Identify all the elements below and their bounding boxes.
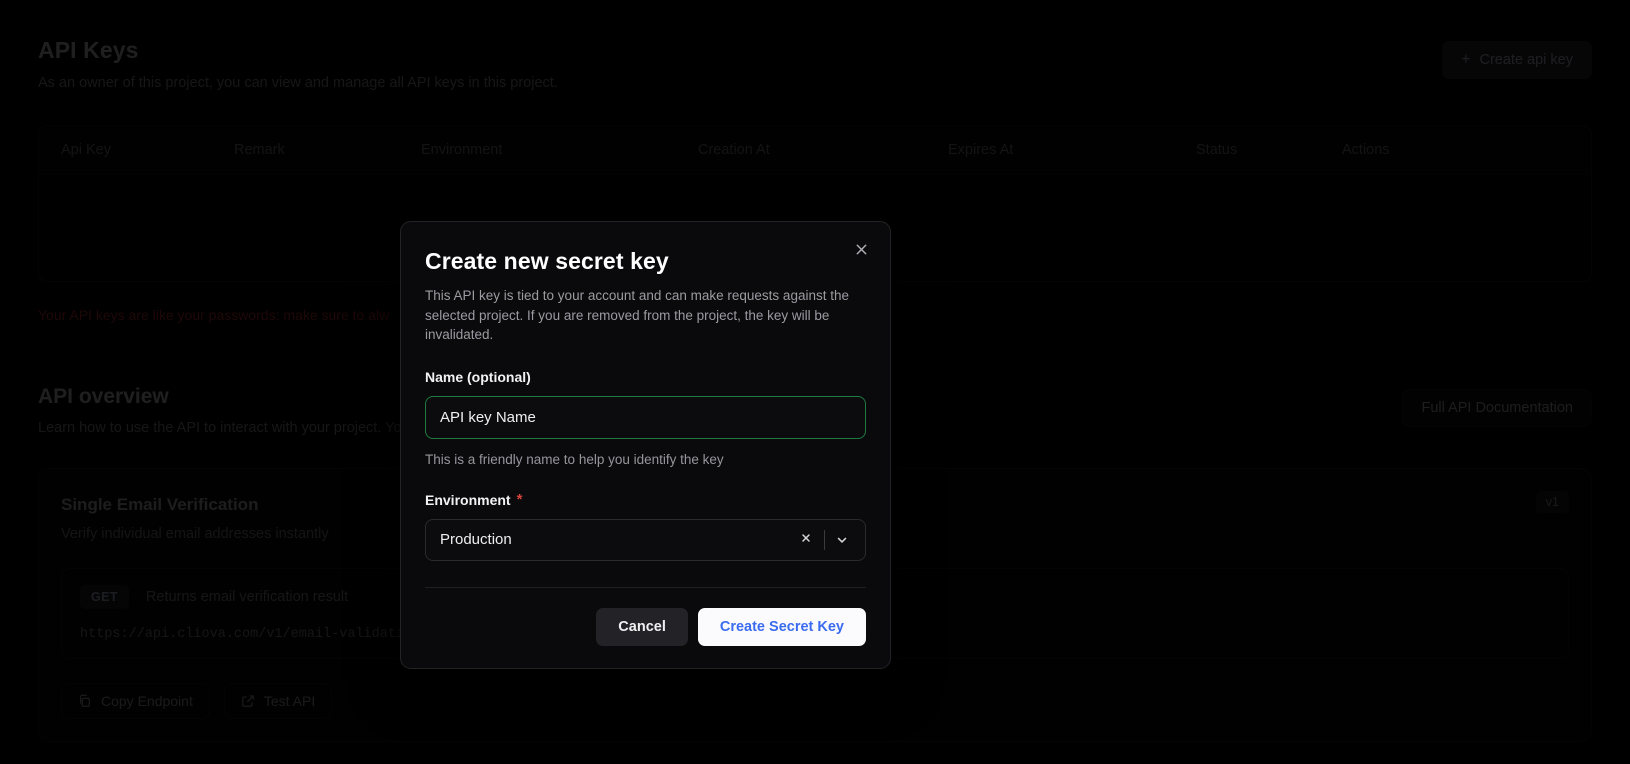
cancel-button[interactable]: Cancel [596, 607, 688, 646]
select-divider [824, 529, 825, 550]
name-field-hint: This is a friendly name to help you iden… [425, 451, 724, 467]
modal-title: Create new secret key [425, 248, 669, 274]
api-keys-page: API Keys As an owner of this project, yo… [0, 0, 1630, 764]
create-secret-key-button[interactable]: Create Secret Key [697, 607, 866, 646]
required-marker: * [516, 491, 523, 509]
modal-description: This API key is tied to your account and… [425, 288, 849, 342]
chevron-down-icon[interactable] [829, 533, 855, 547]
close-icon[interactable] [848, 236, 874, 262]
name-field-group: Name (optional) This is a friendly name … [425, 369, 866, 467]
environment-label-text: Environment [425, 491, 511, 508]
environment-field-group: Environment * Production [425, 492, 866, 561]
clear-x-icon[interactable] [792, 532, 820, 547]
api-key-name-input[interactable] [425, 395, 866, 439]
environment-select[interactable]: Production [425, 518, 866, 561]
modal-action-buttons: Cancel Create Secret Key [425, 607, 866, 646]
environment-field-label: Environment * [425, 492, 866, 508]
name-label-text: Name (optional) [425, 368, 531, 385]
create-secret-key-modal: Create new secret key This API key is ti… [400, 221, 891, 669]
modal-divider [425, 586, 866, 588]
name-field-label: Name (optional) [425, 369, 866, 385]
environment-selected-value: Production [440, 531, 512, 549]
